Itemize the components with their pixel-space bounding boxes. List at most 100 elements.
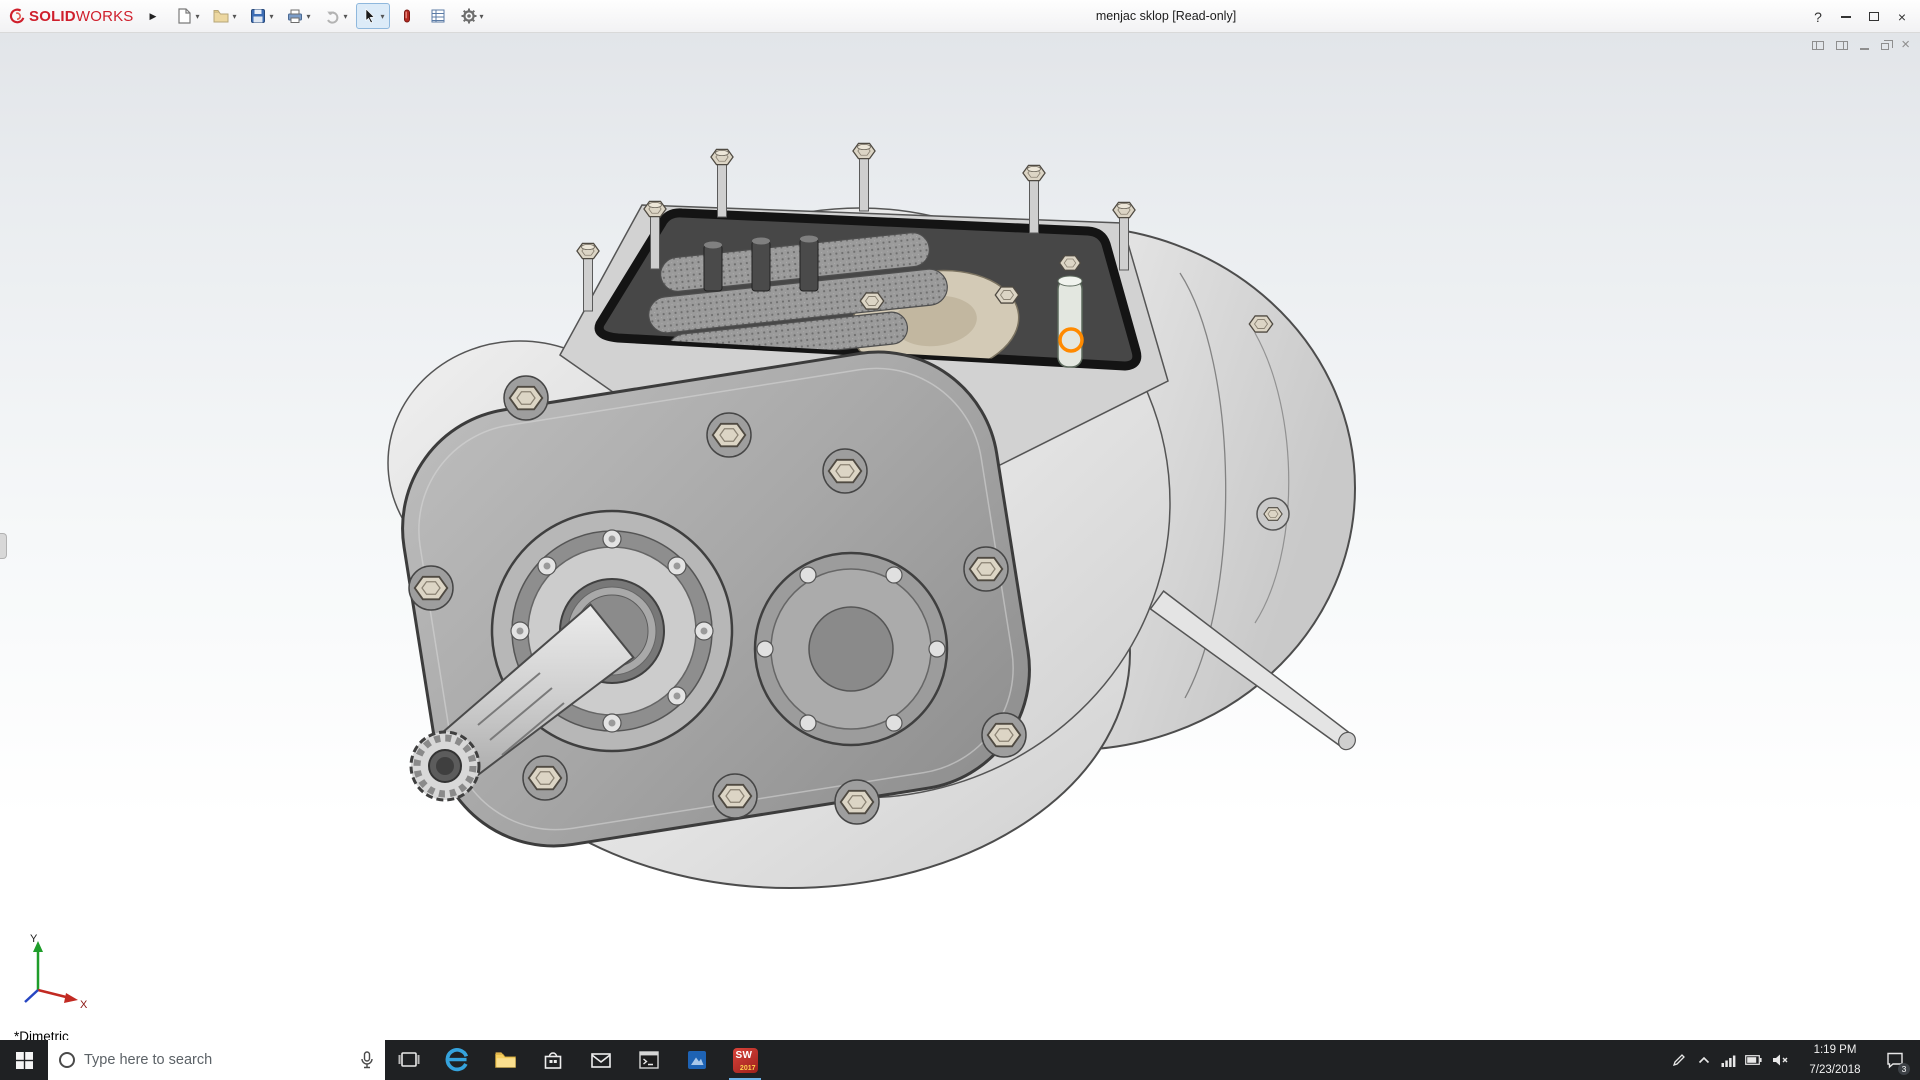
- clock-time: 1:19 PM: [1814, 1043, 1857, 1057]
- appearance-bead-icon: [398, 7, 416, 25]
- windows-taskbar: SW 2017: [0, 1040, 1920, 1080]
- standard-toolbar: ▾ ▾ ▾ ▾: [170, 3, 488, 29]
- start-button[interactable]: [0, 1040, 48, 1080]
- x-axis-label: X: [80, 999, 88, 1011]
- solidworks-icon-year: 2017: [740, 1065, 756, 1072]
- dropdown-chevron-icon[interactable]: ▾: [232, 12, 236, 21]
- taskbar-app-photos[interactable]: [673, 1040, 721, 1080]
- doc-minimize-button[interactable]: [1860, 41, 1869, 50]
- drain-plug-bolt[interactable]: [1249, 316, 1272, 332]
- doc-restore-button[interactable]: [1881, 40, 1889, 50]
- menu-expander-arrow[interactable]: ▶: [150, 11, 157, 22]
- network-tray-button[interactable]: [1716, 1040, 1740, 1080]
- taskbar-app-store[interactable]: [529, 1040, 577, 1080]
- titlebar: SOLIDWORKS ▶ ▾ ▾ ▾: [0, 0, 1920, 33]
- doc-restore-icon: [1881, 43, 1889, 50]
- task-view-icon: [397, 1048, 421, 1072]
- store-icon: [541, 1048, 565, 1072]
- taskbar-clock[interactable]: 1:19 PM 7/23/2018: [1794, 1040, 1876, 1080]
- photos-icon: [685, 1048, 709, 1072]
- view-orientation-label: *Dimetric: [14, 1029, 69, 1040]
- gearbox-model[interactable]: [0, 33, 1920, 1040]
- clock-date: 7/23/2018: [1809, 1063, 1860, 1077]
- pen-icon: [1672, 1053, 1686, 1067]
- save-icon: [249, 7, 267, 25]
- taskbar-app-mail[interactable]: [577, 1040, 625, 1080]
- file-explorer-icon: [493, 1048, 518, 1073]
- ds-swirl-icon: [8, 7, 26, 25]
- front-end-plate[interactable]: [385, 335, 1046, 863]
- new-document-button[interactable]: ▾: [170, 3, 204, 29]
- dropdown-chevron-icon[interactable]: ▾: [344, 12, 348, 21]
- appearance-button[interactable]: [393, 3, 421, 29]
- pane-right-icon: [1836, 41, 1848, 50]
- doc-close-button[interactable]: ×: [1901, 39, 1910, 51]
- action-center-button[interactable]: 3: [1876, 1040, 1914, 1080]
- featuremanager-collapsed-tab[interactable]: [0, 533, 7, 559]
- taskbar-app-task-view[interactable]: [385, 1040, 433, 1080]
- undo-icon: [324, 7, 342, 25]
- maximize-button[interactable]: [1860, 0, 1888, 33]
- pane-left-button[interactable]: [1812, 41, 1824, 50]
- window-controls: ? ×: [1804, 0, 1916, 33]
- chevron-up-icon: [1698, 1056, 1710, 1064]
- brand-name-light: WORKS: [76, 8, 134, 25]
- orientation-triad: Y X: [16, 932, 96, 1016]
- print-icon: [286, 7, 304, 25]
- hidden-icons-button[interactable]: [1692, 1040, 1716, 1080]
- dropdown-chevron-icon[interactable]: ▾: [269, 12, 273, 21]
- dropdown-chevron-icon[interactable]: ▾: [306, 12, 310, 21]
- options-button[interactable]: ▾: [455, 3, 489, 29]
- undo-button[interactable]: ▾: [319, 3, 353, 29]
- save-button[interactable]: ▾: [244, 3, 278, 29]
- battery-tray-button[interactable]: [1740, 1040, 1766, 1080]
- open-button[interactable]: ▾: [207, 3, 241, 29]
- network-icon: [1721, 1054, 1736, 1067]
- z-axis-arrow: [25, 990, 38, 1002]
- volume-tray-button[interactable]: [1766, 1040, 1794, 1080]
- microphone-icon[interactable]: [360, 1051, 374, 1069]
- pen-tray-button[interactable]: [1666, 1040, 1692, 1080]
- document-window-controls: ×: [1812, 39, 1910, 51]
- volume-muted-icon: [1772, 1053, 1789, 1067]
- dropdown-chevron-icon[interactable]: ▾: [195, 12, 199, 21]
- x-axis-arrow: [64, 993, 78, 1003]
- system-tray: 1:19 PM 7/23/2018 3: [1666, 1040, 1920, 1080]
- taskbar-app-command-prompt[interactable]: [625, 1040, 673, 1080]
- minimize-button[interactable]: [1832, 0, 1860, 33]
- open-folder-icon: [212, 7, 230, 25]
- graphics-viewport[interactable]: ×: [0, 33, 1920, 1040]
- pane-right-button[interactable]: [1836, 41, 1848, 50]
- shift-rods: [704, 236, 818, 292]
- taskbar-app-edge[interactable]: [433, 1040, 481, 1080]
- doc-minimize-icon: [1860, 48, 1869, 50]
- mail-icon: [589, 1048, 613, 1072]
- edge-icon: [444, 1047, 470, 1073]
- cortana-icon: [59, 1052, 75, 1068]
- battery-icon: [1745, 1055, 1762, 1065]
- display-style-button[interactable]: [424, 3, 452, 29]
- options-gear-icon: [460, 7, 478, 25]
- dropdown-chevron-icon[interactable]: ▾: [480, 12, 484, 21]
- dropdown-chevron-icon[interactable]: ▾: [381, 12, 385, 21]
- select-cursor-icon: [361, 7, 379, 25]
- help-button[interactable]: ?: [1804, 0, 1832, 33]
- maximize-icon: [1869, 12, 1879, 21]
- y-axis-label: Y: [30, 933, 38, 945]
- solidworks-logo: SOLIDWORKS: [8, 7, 134, 25]
- solidworks-icon: SW 2017: [733, 1048, 758, 1073]
- print-button[interactable]: ▾: [281, 3, 315, 29]
- notification-count-badge: 3: [1898, 1063, 1910, 1075]
- taskbar-app-solidworks[interactable]: SW 2017: [721, 1040, 769, 1080]
- taskbar-app-file-explorer[interactable]: [481, 1040, 529, 1080]
- search-input[interactable]: [84, 1052, 351, 1068]
- brand-name-bold: SOLID: [29, 8, 76, 25]
- side-cover-boss[interactable]: [755, 553, 947, 745]
- close-button[interactable]: ×: [1888, 0, 1916, 33]
- display-style-icon: [429, 7, 447, 25]
- pane-left-icon: [1812, 41, 1824, 50]
- solidworks-icon-text: SW: [736, 1050, 753, 1061]
- taskbar-search[interactable]: [48, 1040, 385, 1080]
- select-tool-button[interactable]: ▾: [356, 3, 390, 29]
- document-title: menjac sklop [Read-only]: [1096, 9, 1236, 23]
